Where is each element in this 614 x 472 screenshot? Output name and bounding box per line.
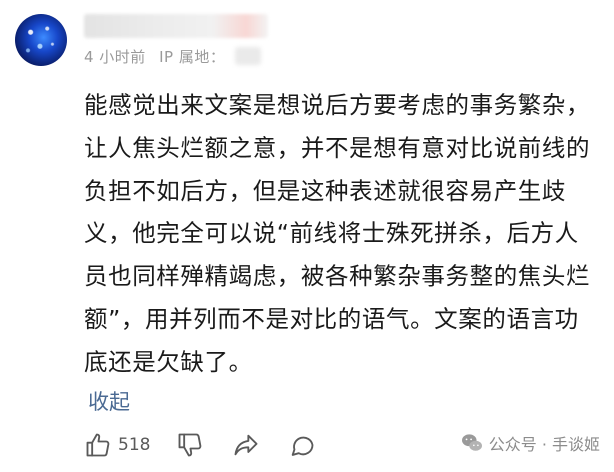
collapse-link[interactable]: 收起 — [88, 386, 130, 416]
avatar[interactable] — [15, 14, 67, 66]
thumbs-down-icon — [179, 433, 202, 457]
comment-text: 能感觉出来文案是想说后方要考虑的事务繁杂，让人焦头烂额之意，并不是想有意对比说前… — [84, 91, 591, 376]
dislike-button[interactable] — [176, 431, 204, 459]
comment-actions: 518 — [84, 428, 316, 462]
comment-button[interactable] — [288, 431, 316, 459]
like-button[interactable]: 518 — [84, 431, 150, 459]
share-icon — [235, 434, 258, 456]
thumbs-up-icon — [86, 433, 110, 457]
comment-time: 4 小时前 — [84, 48, 146, 66]
comment-icon — [292, 436, 314, 456]
share-button[interactable] — [232, 431, 260, 459]
username-redacted — [84, 14, 268, 38]
comment-meta: 4 小时前 IP 属地： — [84, 46, 261, 67]
watermark: 公众号 · 手谈姬 — [461, 431, 600, 455]
ip-location-label: IP 属地： — [159, 48, 226, 66]
ip-location-redacted — [234, 47, 261, 65]
wechat-icon — [461, 434, 482, 451]
like-count: 518 — [118, 435, 151, 455]
watermark-text: 公众号 · 手谈姬 — [488, 435, 600, 454]
